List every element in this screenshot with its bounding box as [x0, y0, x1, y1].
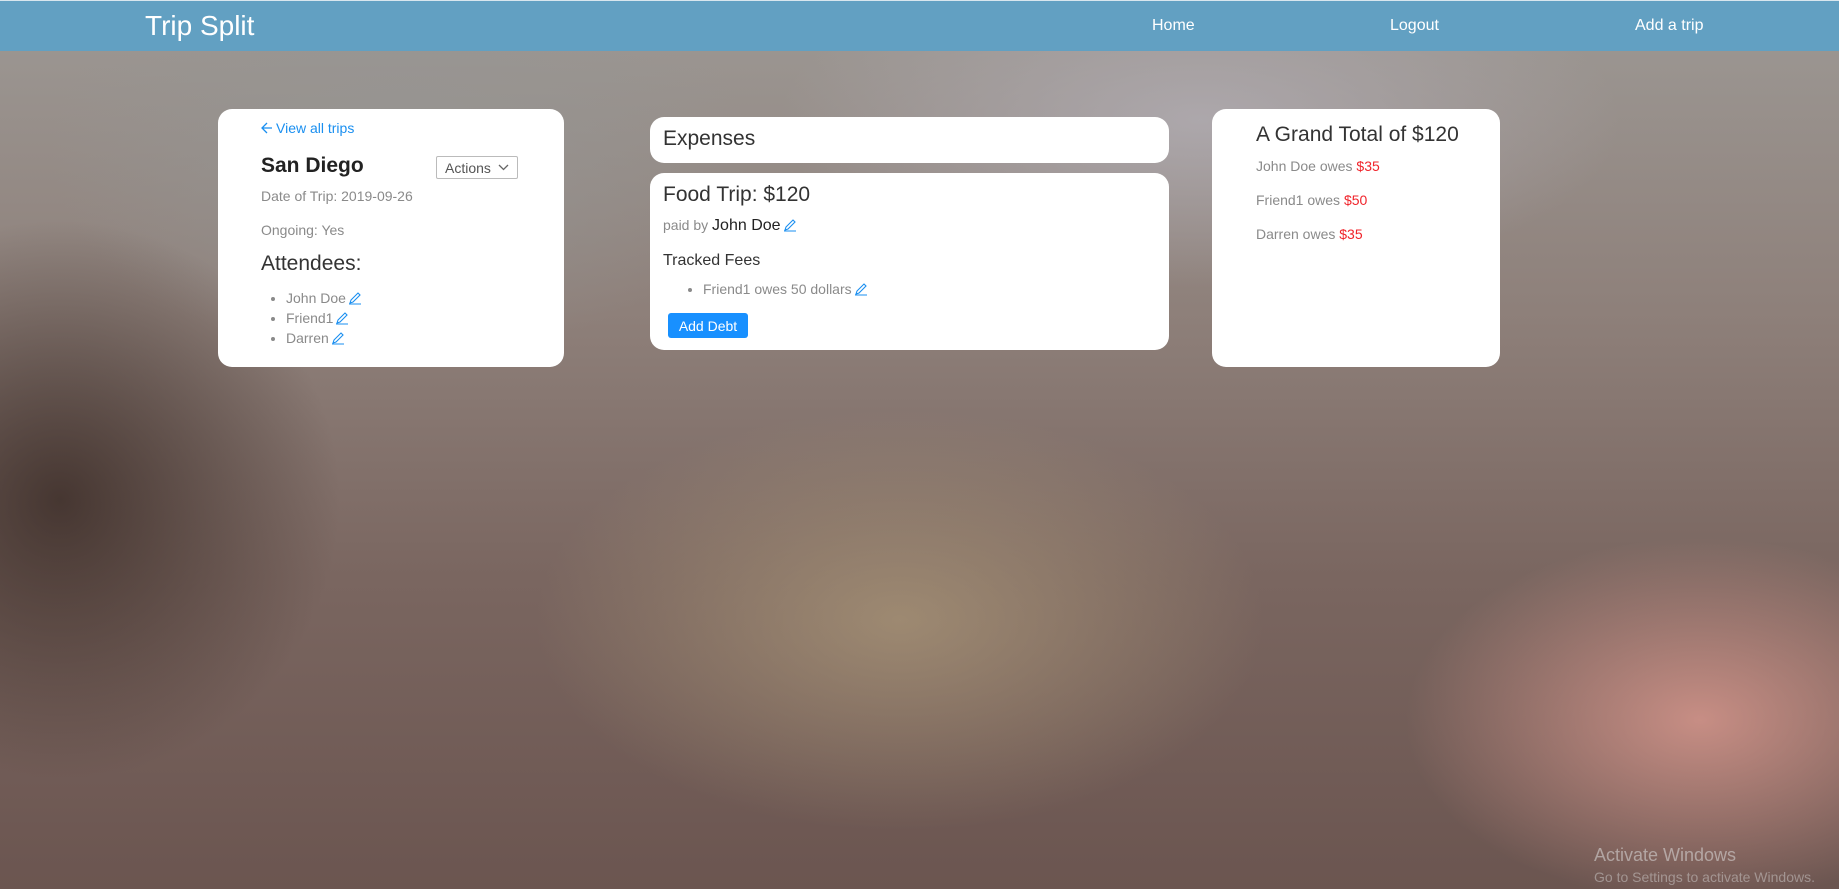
payer-name: John Doe — [712, 217, 781, 234]
list-item: Friend1 owes 50 dollars — [703, 281, 868, 297]
brand-logo[interactable]: Trip Split — [145, 10, 254, 42]
owe-amount: $35 — [1356, 158, 1380, 174]
trip-date: Date of Trip: 2019-09-26 — [261, 188, 413, 204]
fee-text: Friend1 owes 50 dollars — [703, 281, 852, 297]
nav-logout-link[interactable]: Logout — [1390, 17, 1439, 35]
expenses-title: Expenses — [663, 127, 756, 150]
chevron-down-icon — [498, 164, 509, 171]
paid-by: paid by John Doe — [663, 217, 797, 235]
edit-icon[interactable] — [331, 331, 345, 345]
nav-home-link[interactable]: Home — [1152, 17, 1195, 35]
trip-ongoing: Ongoing: Yes — [261, 222, 345, 238]
attendee-list: John Doe Friend1 Darren — [286, 288, 362, 348]
owe-row: Darren owes $35 — [1256, 226, 1363, 242]
expense-card: Food Trip: $120 paid by John Doe Tracked… — [650, 173, 1169, 350]
owe-amount: $50 — [1343, 192, 1368, 208]
attendees-title: Attendees: — [261, 252, 362, 275]
owe-label: Darren owes — [1256, 226, 1336, 242]
edit-icon[interactable] — [335, 311, 349, 325]
owe-row: John Doe owes $35 — [1256, 158, 1380, 174]
actions-label: Actions — [445, 159, 491, 176]
edit-icon[interactable] — [783, 218, 797, 232]
trip-info-card: View all trips San Diego Actions Date of… — [218, 109, 564, 367]
tracked-fees-title: Tracked Fees — [663, 252, 761, 269]
owe-label: Friend1 owes — [1256, 192, 1341, 208]
fee-list: Friend1 owes 50 dollars — [703, 281, 868, 297]
expense-title: Food Trip: $120 — [663, 183, 811, 206]
paid-by-prefix: paid by — [663, 217, 709, 233]
grand-total-title: A Grand Total of $120 — [1256, 123, 1459, 146]
add-debt-button[interactable]: Add Debt — [668, 313, 748, 338]
view-all-trips-label: View all trips — [276, 120, 355, 136]
list-item: John Doe — [286, 288, 362, 308]
owe-amount: $35 — [1339, 226, 1363, 242]
grand-total-card: A Grand Total of $120 John Doe owes $35 … — [1212, 109, 1500, 367]
trip-title: San Diego — [261, 154, 364, 177]
navbar: Trip Split Home Logout Add a trip — [0, 0, 1839, 51]
attendee-name: Darren — [286, 330, 329, 346]
actions-dropdown[interactable]: Actions — [436, 156, 518, 179]
expenses-header-card: Expenses — [650, 117, 1169, 163]
activate-windows-subtext: Go to Settings to activate Windows. — [1594, 869, 1815, 885]
view-all-trips-link[interactable]: View all trips — [261, 120, 354, 136]
edit-icon[interactable] — [348, 291, 362, 305]
list-item: Friend1 — [286, 308, 362, 328]
owe-row: Friend1 owes $50 — [1256, 192, 1367, 208]
arrow-left-icon — [261, 122, 272, 134]
attendee-name: John Doe — [286, 290, 346, 306]
activate-windows-watermark: Activate Windows — [1594, 845, 1737, 865]
nav-add-trip-link[interactable]: Add a trip — [1635, 17, 1703, 35]
list-item: Darren — [286, 328, 362, 348]
attendee-name: Friend1 — [286, 310, 334, 326]
owe-label: John Doe owes — [1256, 158, 1353, 174]
edit-icon[interactable] — [854, 282, 868, 296]
